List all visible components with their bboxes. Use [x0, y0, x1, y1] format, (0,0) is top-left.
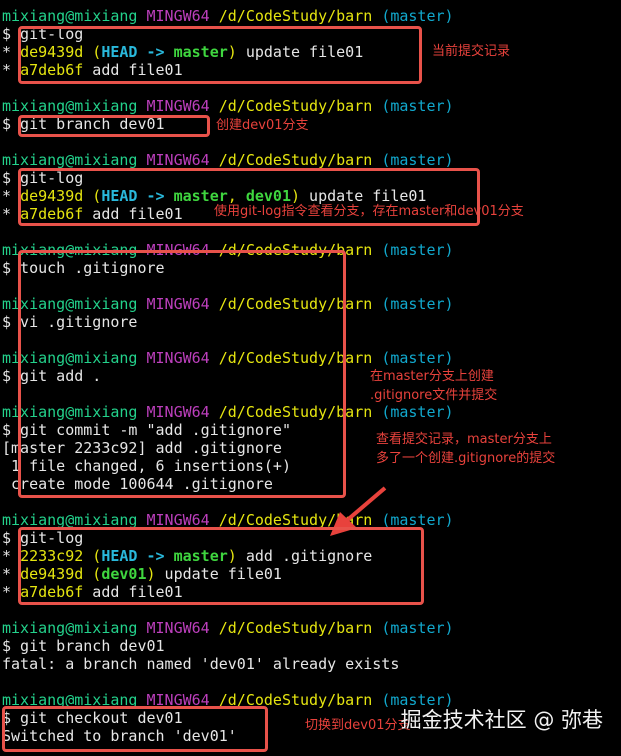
annotation-note: 当前提交记录 — [432, 44, 511, 59]
highlight-box — [18, 26, 422, 84]
annotation-note: 在master分支上创建 .gitignore文件并提交 — [370, 369, 498, 403]
watermark: 掘金技术社区 @ 弥巷 — [400, 708, 603, 732]
annotation-note: 查看提交记录，master分支上 多了一个创建.gitignore的提交 — [376, 432, 556, 466]
annotation-note: 切换到dev01分支 — [305, 718, 411, 733]
annotation-note: 创建dev01分支 — [216, 118, 309, 133]
highlight-box — [18, 168, 480, 226]
highlight-box — [18, 115, 210, 137]
highlight-box — [18, 250, 346, 498]
highlight-box — [2, 706, 268, 752]
highlight-box — [18, 527, 424, 605]
